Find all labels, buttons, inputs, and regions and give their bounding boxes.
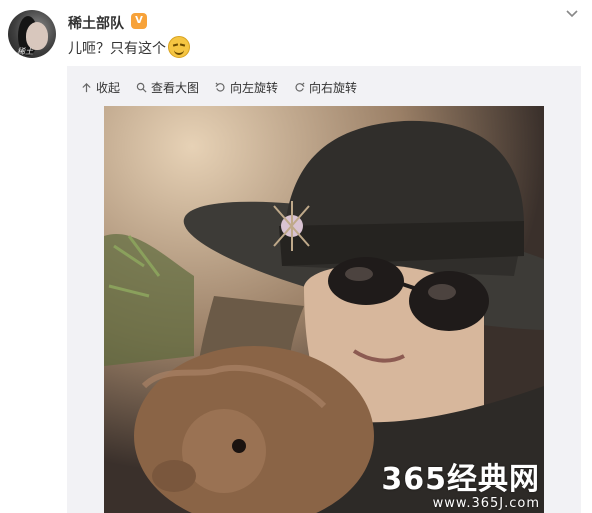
rotate-left-icon — [215, 81, 225, 92]
rotate-left-label: 向左旋转 — [230, 80, 279, 95]
vip-badge-icon: V — [131, 13, 147, 29]
view-large-button[interactable]: 查看大图 — [136, 79, 199, 96]
collapse-label: 收起 — [96, 80, 121, 95]
username[interactable]: 稀土部队 — [68, 13, 124, 33]
post-photo[interactable]: 365经典网 www.365J.com — [104, 106, 544, 513]
view-large-label: 查看大图 — [151, 80, 200, 95]
post-text: 儿咂？只有这个 — [68, 36, 190, 60]
collapse-button[interactable]: 收起 — [81, 79, 120, 96]
watermark-url: www.365J.com — [432, 496, 540, 511]
rotate-right-button[interactable]: 向右旋转 — [294, 79, 357, 96]
watermark: 365经典网 www.365J.com — [381, 462, 540, 512]
avatar[interactable]: 稀土 — [8, 10, 56, 58]
post-text-content: 儿咂？只有这个 — [68, 41, 166, 57]
arrow-up-icon — [82, 82, 91, 92]
rotate-right-icon — [295, 81, 305, 92]
search-icon — [136, 82, 147, 93]
avatar-signature: 稀土 — [17, 47, 33, 56]
media-box: 收起 查看大图 向左旋转 向右旋转 365经典网 www.365J.com — [67, 66, 581, 513]
watermark-main: 365经典网 — [381, 462, 540, 497]
rotate-right-label: 向右旋转 — [309, 80, 358, 95]
media-toolbar: 收起 查看大图 向左旋转 向右旋转 — [81, 76, 357, 98]
chevron-down-icon[interactable] — [564, 6, 580, 22]
photo-illustration — [104, 106, 544, 513]
rotate-left-button[interactable]: 向左旋转 — [215, 79, 278, 96]
sweat-emoji-icon — [168, 36, 190, 58]
